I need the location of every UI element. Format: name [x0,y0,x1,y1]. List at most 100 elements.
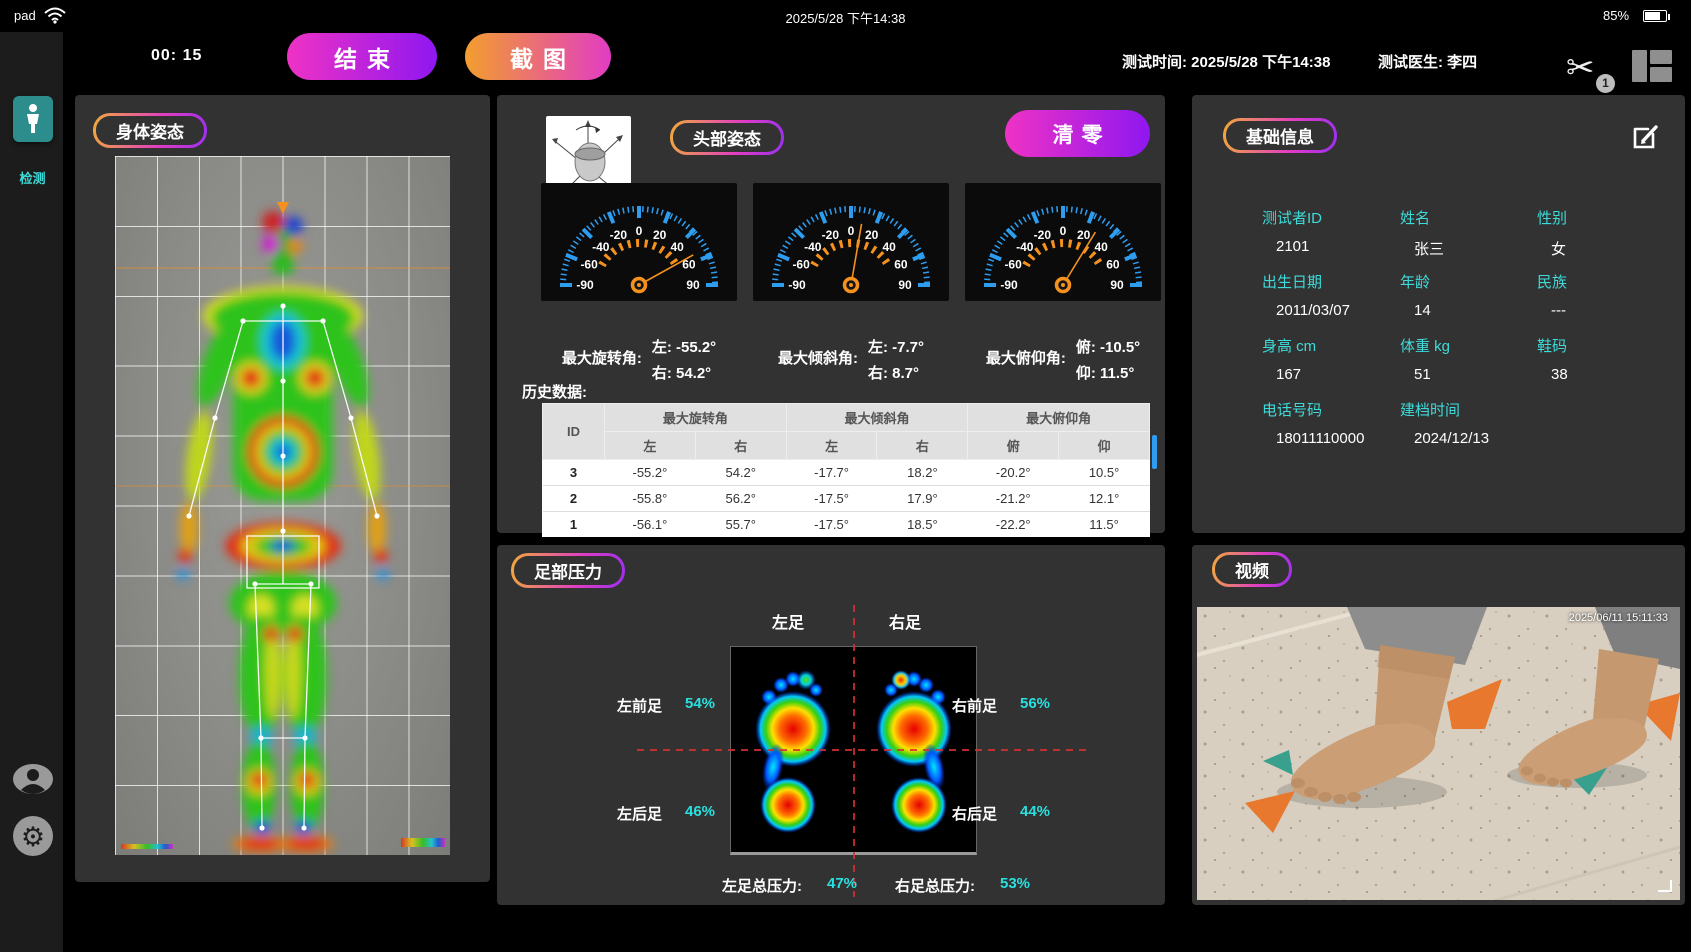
video-title: 视频 [1215,555,1289,584]
history-col-id: ID [543,404,605,460]
svg-text:20: 20 [1077,228,1091,242]
body-posture-panel: 身体姿态 [75,95,490,882]
max-rotation-readout: 最大旋转角: 左: -55.2° 右: 54.2° [524,335,754,387]
svg-text:-40: -40 [1016,240,1034,254]
battery-percent: 85% [1603,8,1629,23]
svg-text:-90: -90 [788,278,806,292]
table-row: 1 -56.1°55.7° -17.5°18.5° -22.2°11.5° [543,512,1150,538]
basic-info-title: 基础信息 [1226,121,1334,150]
body-posture-title-pill: 身体姿态 [93,113,207,148]
body-thermal-image [115,156,450,855]
max-pitch-readout: 最大俯仰角: 俯: -10.5° 仰: 11.5° [948,335,1178,387]
info-field: 体重 kg51 [1400,335,1537,399]
info-field: 电话号码18011110000 [1262,399,1400,463]
test-time-label: 测试时间: [1122,54,1187,71]
info-field: 建档时间2024/12/13 [1400,399,1537,463]
info-field: 鞋码38 [1537,335,1645,399]
head-posture-title-pill: 头部姿态 [670,120,784,155]
info-field: 性别女 [1537,207,1645,271]
user-account-icon[interactable] [12,762,54,796]
left-rearfoot-value: 46% [685,803,715,820]
sidebar: 检测 ⚙ [0,32,65,952]
svg-text:90: 90 [686,278,700,292]
svg-text:-90: -90 [1000,278,1018,292]
settings-gear-icon[interactable]: ⚙ [13,816,53,856]
scissors-capture-icon[interactable]: ✂ [1566,48,1595,88]
svg-text:-60: -60 [580,257,598,271]
body-posture-title: 身体姿态 [96,116,204,145]
history-table: ID 最大旋转角 最大倾斜角 最大俯仰角 左右 左右 俯仰 3 -55.2°54… [542,403,1150,537]
reset-zero-button[interactable]: 清零 [1005,110,1150,157]
foot-pressure-title-pill: 足部压力 [511,553,625,588]
info-field: 测试者ID2101 [1262,207,1400,271]
screenshot-button[interactable]: 截图 [465,33,611,80]
svg-text:90: 90 [898,278,912,292]
svg-text:-20: -20 [822,228,840,242]
video-title-pill: 视频 [1212,552,1292,587]
layout-grid-icon[interactable] [1632,50,1672,82]
status-clock: 2025/5/28 下午14:38 [0,8,1691,27]
svg-text:0: 0 [1060,224,1067,238]
svg-text:-90: -90 [576,278,594,292]
app-window: pad 2025/5/28 下午14:38 85% 检测 ⚙ 00: 15 结束… [0,0,1691,952]
video-panel: 视频 [1192,545,1685,905]
foot-pressure-title: 足部压力 [514,556,622,585]
capture-count-badge: 1 [1596,74,1615,93]
left-rearfoot-label: 左后足 [617,803,662,824]
video-timestamp: 2025/06/11 15:11:33 [1569,612,1668,624]
svg-text:40: 40 [1095,240,1109,254]
battery-icon [1643,10,1667,22]
svg-text:-40: -40 [592,240,610,254]
foot-pressure-panel: 足部压力 左足 右足 [497,545,1165,905]
info-fields: 测试者ID2101 姓名张三 性别女 出生日期2011/03/07 年龄14 民… [1262,207,1645,463]
svg-text:20: 20 [653,228,667,242]
left-foot-header: 左足 [772,609,804,633]
svg-text:40: 40 [671,240,685,254]
table-row: 2 -55.8°56.2° -17.5°17.9° -21.2°12.1° [543,486,1150,512]
sidebar-item-detect[interactable] [13,96,53,142]
left-total-value: 47% [827,875,857,892]
test-time-value: 2025/5/28 下午14:38 [1191,54,1330,71]
doctor-label: 测试医生: [1378,54,1443,71]
svg-text:-20: -20 [1034,228,1052,242]
left-total-label: 左足总压力: [722,875,802,896]
info-field: 出生日期2011/03/07 [1262,271,1400,335]
svg-text:60: 60 [894,257,908,271]
max-tilt-readout: 最大倾斜角: 左: -7.7° 右: 8.7° [736,335,966,387]
status-bar: pad 2025/5/28 下午14:38 85% [0,0,1691,32]
sidebar-detect-label: 检测 [0,168,65,187]
svg-text:20: 20 [865,228,879,242]
doctor: 测试医生: 李四 [1378,51,1477,72]
svg-text:-20: -20 [610,228,628,242]
svg-text:-60: -60 [1004,257,1022,271]
svg-text:0: 0 [848,224,855,238]
doctor-value: 李四 [1447,54,1477,71]
svg-text:-60: -60 [792,257,810,271]
head-posture-panel: 头部姿态 清零 -90-60-40-20020406090 -90-60-40-… [497,95,1165,533]
head-posture-title: 头部姿态 [673,123,781,152]
end-button[interactable]: 结束 [287,33,437,80]
fullscreen-corner-icon[interactable] [1658,880,1672,892]
person-icon [22,103,44,135]
heatmap-horizontal-crosshair [637,749,1089,751]
svg-text:90: 90 [1110,278,1124,292]
session-timer: 00: 15 [151,47,202,65]
svg-text:0: 0 [636,224,643,238]
heatmap-vertical-crosshair [853,605,855,897]
right-forefoot-value: 56% [1020,695,1050,712]
info-field: 身高 cm167 [1262,335,1400,399]
video-feed[interactable]: 2025/06/11 15:11:33 [1197,607,1680,900]
info-field: 姓名张三 [1400,207,1537,271]
info-field: 民族--- [1537,271,1645,335]
svg-text:60: 60 [1106,257,1120,271]
pitch-gauge: -90 -60 -40-20 0 20 40 60 90 [965,183,1161,301]
tilt-gauge: -90-60-40-20020406090 [753,183,949,301]
table-scrollbar[interactable] [1152,435,1157,469]
test-time: 测试时间: 2025/5/28 下午14:38 [1122,51,1330,72]
basic-info-panel: 基础信息 测试者ID2101 姓名张三 性别女 出生日期2011/03/07 年… [1192,95,1685,533]
table-row: 3 -55.2°54.2° -17.7°18.2° -20.2°10.5° [543,460,1150,486]
history-data-label: 历史数据: [522,381,587,402]
right-rearfoot-value: 44% [1020,803,1050,820]
edit-icon[interactable] [1629,121,1661,153]
basic-info-title-pill: 基础信息 [1223,118,1337,153]
